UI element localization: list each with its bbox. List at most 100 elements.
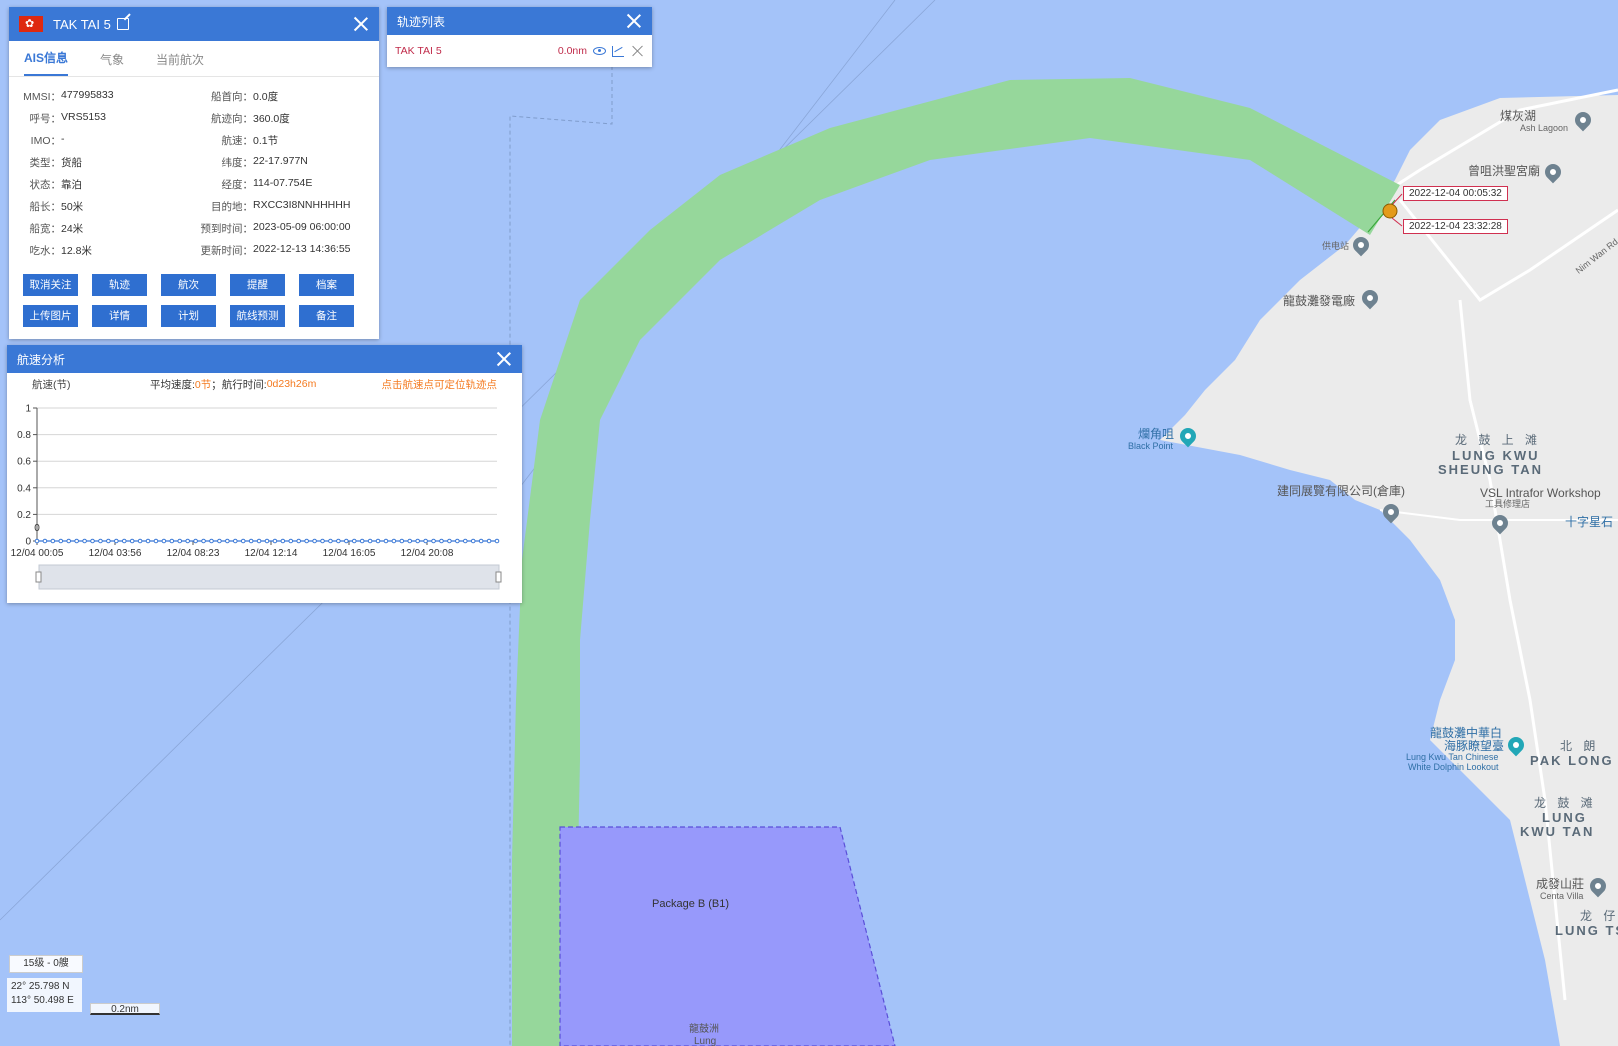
close-icon[interactable] — [496, 351, 512, 367]
speed-point[interactable] — [280, 538, 286, 544]
speed-point[interactable] — [209, 538, 214, 544]
speed-point[interactable] — [256, 538, 262, 544]
unfollow-button[interactable]: 取消关注 — [23, 274, 78, 296]
speed-point[interactable] — [201, 538, 206, 544]
speed-point[interactable] — [34, 538, 40, 544]
speed-point[interactable] — [66, 538, 72, 544]
speed-point[interactable] — [439, 538, 444, 544]
speed-point[interactable] — [217, 538, 222, 544]
remove-icon[interactable] — [632, 45, 644, 57]
speed-point[interactable] — [494, 538, 500, 544]
speed-point[interactable] — [129, 538, 135, 544]
notes-button[interactable]: 备注 — [299, 305, 354, 327]
speed-point[interactable] — [248, 538, 254, 544]
track-row[interactable]: TAK TAI 5 0.0nm — [387, 35, 652, 67]
upload-image-button[interactable]: 上传图片 — [23, 305, 78, 327]
speed-point[interactable] — [391, 538, 397, 544]
speed-analysis-panel: 航速分析 航速(节) 平均速度: 0节；航行时间: 0d23h26m 点击航速点可定… — [7, 345, 522, 603]
speed-point[interactable] — [177, 538, 183, 544]
speed-point[interactable] — [272, 538, 278, 544]
plan-button[interactable]: 计划 — [161, 305, 216, 327]
track-button[interactable]: 轨迹 — [92, 274, 147, 296]
eye-icon[interactable] — [593, 47, 606, 55]
ais-info-grid: MMSI： 477995833 船首向： 0.0度 呼号： VRS5153 航迹向： 360… — [9, 77, 379, 258]
reminder-button[interactable]: 提醒 — [230, 274, 285, 296]
speed-point[interactable] — [328, 538, 333, 544]
speed-point[interactable] — [470, 538, 476, 544]
speed-point[interactable] — [161, 538, 167, 544]
speed-point[interactable] — [74, 538, 79, 544]
info-value: 477995833 — [61, 89, 114, 101]
speed-point[interactable] — [121, 538, 127, 544]
speed-point[interactable] — [447, 538, 452, 544]
kin-tung-label: 建同展覽有限公司(倉庫) — [1277, 484, 1405, 498]
speed-point[interactable] — [106, 538, 111, 544]
speed-point[interactable] — [296, 538, 302, 544]
tab-weather[interactable]: 气象 — [100, 51, 124, 76]
speed-point[interactable] — [232, 538, 238, 544]
speed-point[interactable] — [367, 538, 373, 544]
cursor-coordinates: 22° 25.798 N 113° 50.498 E — [7, 978, 82, 1012]
info-value: - — [61, 133, 65, 145]
close-icon[interactable] — [353, 16, 369, 32]
speed-point[interactable] — [375, 538, 381, 544]
speed-point[interactable] — [90, 538, 95, 544]
speed-point[interactable] — [351, 538, 357, 544]
sail-time-value: 0d23h26m — [266, 378, 317, 390]
hong-kong-flag-icon — [19, 16, 43, 32]
speed-point[interactable] — [169, 538, 175, 544]
pak-long-label-en: PAK LONG — [1530, 753, 1614, 768]
speed-point[interactable] — [486, 538, 492, 544]
speed-point[interactable] — [193, 538, 198, 544]
speed-point[interactable] — [137, 538, 143, 544]
speed-point[interactable] — [304, 538, 309, 544]
speed-point[interactable] — [462, 538, 468, 544]
sail-time-label: 航行时间: — [221, 378, 267, 391]
speed-point[interactable] — [50, 538, 56, 544]
speed-point[interactable] — [58, 538, 64, 544]
speed-point[interactable] — [423, 538, 428, 544]
speed-point[interactable] — [383, 538, 389, 544]
y-axis-label: 航速(节) — [32, 378, 71, 391]
speed-point[interactable] — [225, 538, 230, 544]
route-prediction-button[interactable]: 航线预测 — [230, 305, 285, 327]
speed-chart[interactable]: 00.20.40.60.8112/04 00:05 12/04 03:56 12/0… — [7, 395, 522, 600]
speed-point[interactable] — [455, 538, 460, 544]
info-value: 0.1节 — [253, 135, 279, 147]
speed-point[interactable] — [42, 538, 48, 544]
speed-point[interactable] — [185, 538, 190, 544]
speed-point[interactable] — [336, 538, 341, 544]
speed-point[interactable] — [344, 538, 349, 544]
info-key: 目的地： — [211, 201, 253, 213]
speed-point[interactable] — [399, 538, 405, 544]
ship-marker[interactable] — [1382, 203, 1398, 219]
speed-point[interactable] — [98, 538, 103, 544]
speed-point[interactable] — [82, 538, 87, 544]
speed-point[interactable] — [407, 538, 413, 544]
line-chart-icon[interactable] — [612, 45, 624, 57]
speed-point[interactable] — [431, 538, 436, 544]
speed-point[interactable] — [415, 538, 420, 544]
info-value: 24米 — [61, 223, 84, 235]
speed-point[interactable] — [145, 538, 151, 544]
zoom-level: 15级 - 0艘 — [9, 955, 83, 973]
speed-point[interactable] — [114, 538, 119, 544]
edit-icon[interactable] — [116, 18, 129, 30]
speed-point[interactable] — [240, 538, 246, 544]
speed-point[interactable] — [288, 538, 294, 544]
speed-point[interactable] — [359, 538, 365, 544]
speed-point[interactable] — [320, 538, 325, 544]
details-button[interactable]: 详情 — [92, 305, 147, 327]
tab-current-voyage[interactable]: 当前航次 — [156, 51, 204, 76]
speed-point[interactable] — [153, 538, 159, 544]
close-icon[interactable] — [626, 13, 642, 29]
speed-point[interactable] — [312, 538, 317, 544]
archive-button[interactable]: 档案 — [299, 274, 354, 296]
tab-ais-info[interactable]: AIS信息 — [24, 49, 69, 76]
lkt-label-cn: 龙 鼓 滩 — [1534, 796, 1597, 810]
speed-point[interactable] — [478, 538, 484, 544]
black-point-label: 爛角咀 — [1138, 427, 1175, 441]
track-panel-header: 轨迹列表 — [387, 7, 652, 35]
speed-point[interactable] — [264, 538, 270, 544]
voyage-button[interactable]: 航次 — [161, 274, 216, 296]
